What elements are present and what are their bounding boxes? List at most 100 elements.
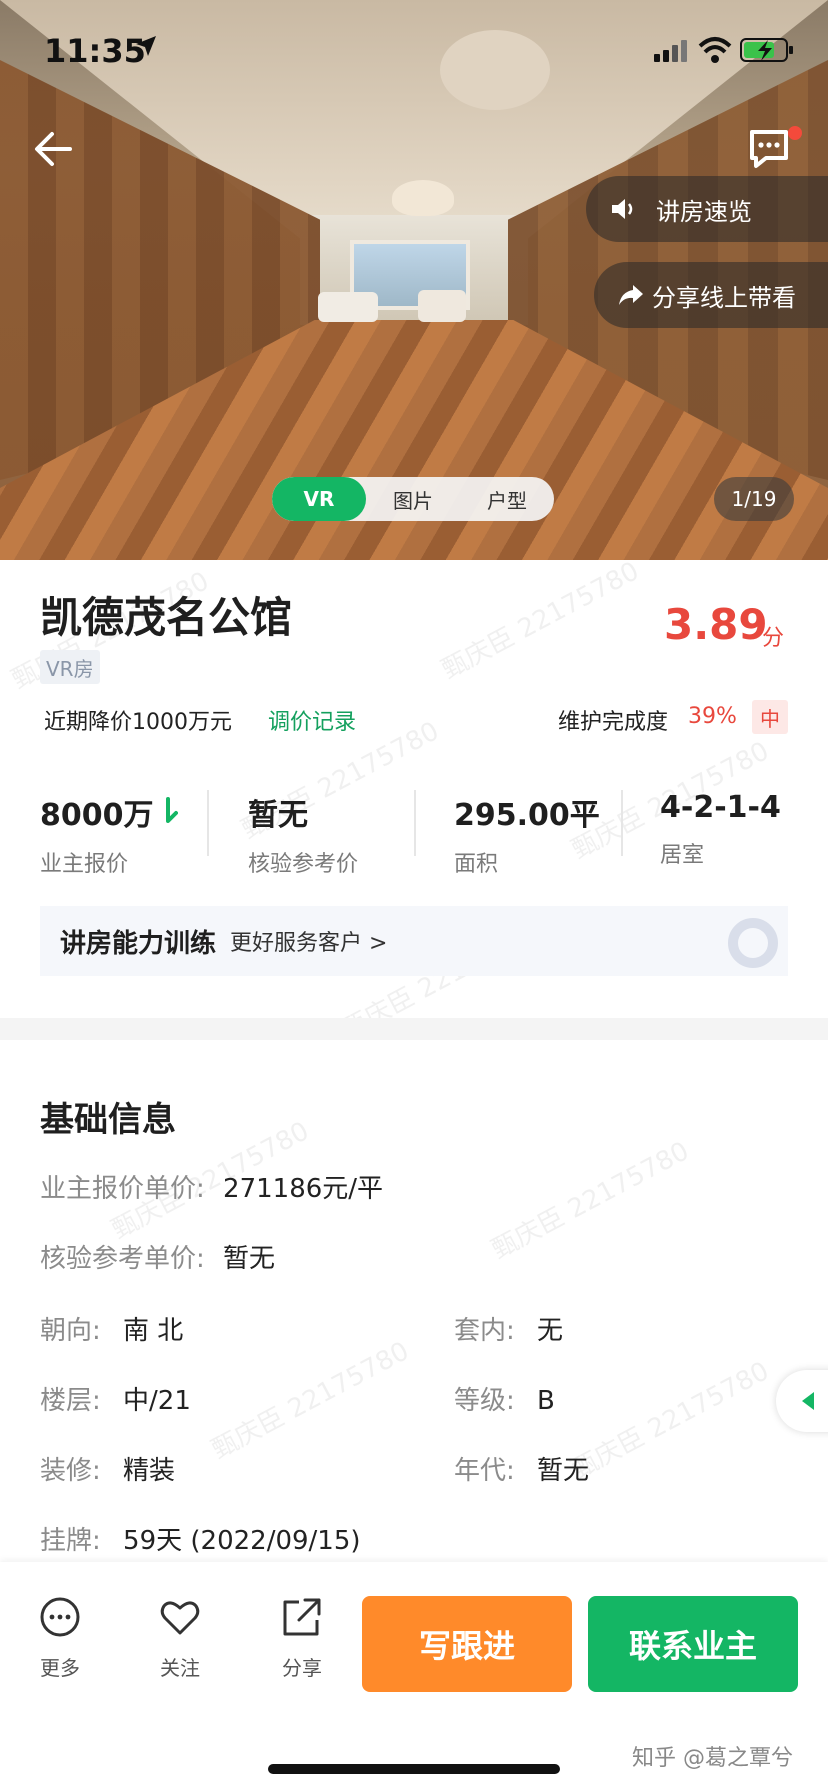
info-value: 59天 (2022/09/15): [123, 1526, 361, 1556]
divider: [621, 790, 623, 856]
contact-owner-button[interactable]: 联系业主: [588, 1596, 798, 1692]
message-icon[interactable]: [746, 126, 792, 172]
training-title: 讲房能力训练: [60, 928, 217, 959]
info-key: 年代:: [454, 1456, 515, 1486]
share-arrow-icon: [616, 280, 646, 310]
more-label: 更多: [40, 1656, 80, 1680]
status-time: 11:35: [44, 32, 146, 70]
info-value: 中/21: [123, 1386, 191, 1416]
info-key: 挂牌:: [40, 1526, 101, 1556]
expand-left-icon: [802, 1392, 814, 1410]
stat-value: 暂无: [248, 798, 308, 833]
info-orientation: 朝向: 南 北: [40, 1310, 183, 1347]
training-banner[interactable]: 讲房能力训练 更好服务客户 >: [40, 906, 788, 976]
info-value: 271186元/平: [223, 1174, 384, 1204]
info-ref-price: 核验参考单价: 暂无: [40, 1238, 275, 1275]
stat-label: 业主报价: [40, 852, 129, 877]
info-key: 核验参考单价:: [40, 1244, 205, 1274]
battery-charging-icon: [740, 38, 793, 62]
info-inner-area: 套内: 无: [454, 1310, 563, 1347]
share-button[interactable]: 分享: [262, 1596, 342, 1681]
divider: [414, 790, 416, 856]
share-online-tour-button[interactable]: 分享线上带看: [594, 262, 828, 328]
tab-floorplan[interactable]: 户型: [460, 477, 554, 521]
source-credit: 知乎 @葛之覃兮: [632, 1746, 793, 1771]
info-unit-price: 业主报价单价: 271186元/平: [40, 1168, 383, 1205]
training-subtitle: 更好服务客户 >: [230, 931, 388, 956]
stat-value: 4-2-1-4: [660, 790, 781, 825]
basic-info-title: 基础信息: [40, 1100, 176, 1140]
listing-score-unit: 分: [762, 626, 785, 651]
info-value: 南 北: [123, 1316, 184, 1346]
watermark: 甄庆臣 22175780: [206, 1336, 415, 1466]
share-online-tour-label: 分享线上带看: [652, 283, 796, 312]
maintenance-percent: 39%: [688, 704, 737, 729]
quick-tour-button[interactable]: 讲房速览: [586, 176, 828, 242]
stat-rooms: 4-2-1-4 居室: [660, 790, 781, 869]
stat-area: 295.00平 面积: [454, 790, 600, 878]
share-icon: [283, 1598, 321, 1636]
info-value: 暂无: [537, 1456, 590, 1486]
stat-value: 295.00平: [454, 798, 600, 833]
vr-badge: VR房: [40, 650, 100, 684]
stat-label: 核验参考价: [248, 852, 359, 877]
maintenance-level-badge: 中: [752, 700, 788, 734]
magnifier-icon: [728, 918, 778, 968]
listing-title: 凯德茂名公馆: [40, 593, 293, 642]
back-arrow-icon[interactable]: [30, 126, 76, 172]
photo-counter: 1/19: [714, 477, 794, 521]
watermark: 甄庆臣 22175780: [486, 1136, 695, 1266]
info-key: 套内:: [454, 1316, 515, 1346]
info-key: 业主报价单价:: [40, 1174, 205, 1204]
info-key: 楼层:: [40, 1386, 101, 1416]
cellular-signal-icon: [654, 40, 687, 62]
speaker-icon: [608, 194, 638, 224]
heart-icon: [160, 1601, 200, 1635]
write-followup-button[interactable]: 写跟进: [362, 1596, 572, 1692]
section-divider: [0, 1018, 828, 1040]
side-expand-tab[interactable]: [776, 1370, 828, 1432]
stat-asking-price: 8000万 业主报价: [40, 790, 178, 878]
follow-label: 关注: [160, 1656, 200, 1680]
home-indicator[interactable]: [268, 1764, 560, 1774]
stat-reference-price: 暂无 核验参考价: [248, 790, 358, 878]
share-label: 分享: [282, 1656, 322, 1680]
maintenance-label: 维护完成度: [558, 710, 669, 735]
unread-dot: [788, 126, 802, 140]
watermark: 甄庆臣 22175780: [436, 556, 645, 686]
info-value: 无: [537, 1316, 564, 1346]
stat-value: 8000万: [40, 798, 154, 833]
info-decoration: 装修: 精装: [40, 1450, 175, 1487]
info-key: 装修:: [40, 1456, 101, 1486]
photo-sofa: [318, 292, 378, 322]
location-arrow-icon: [136, 36, 156, 56]
listing-score[interactable]: 3.89: [664, 600, 768, 649]
tab-photos[interactable]: 图片: [366, 477, 460, 521]
stat-label: 面积: [454, 852, 499, 877]
price-drop-text: 近期降价1000万元: [44, 710, 232, 735]
photo-armchair: [418, 290, 466, 322]
price-down-arrow-icon: [165, 797, 178, 823]
info-listing-date: 挂牌: 59天 (2022/09/15): [40, 1520, 361, 1557]
photo-pendant-lamp: [392, 180, 454, 216]
stat-label: 居室: [660, 843, 705, 868]
more-icon: [40, 1597, 80, 1637]
price-history-link[interactable]: 调价记录: [268, 704, 356, 736]
info-value: B: [537, 1386, 555, 1416]
info-key: 朝向:: [40, 1316, 101, 1346]
quick-tour-label: 讲房速览: [656, 197, 752, 226]
info-floor: 楼层: 中/21: [40, 1380, 191, 1417]
info-value: 暂无: [223, 1244, 276, 1274]
divider: [207, 790, 209, 856]
info-year: 年代: 暂无: [454, 1450, 589, 1487]
more-button[interactable]: 更多: [20, 1596, 100, 1681]
media-tab-switcher: VR 图片 户型: [272, 477, 554, 521]
status-bar: 11:35: [0, 0, 828, 100]
info-key: 等级:: [454, 1386, 515, 1416]
tab-vr[interactable]: VR: [272, 477, 366, 521]
watermark: 甄庆臣 22175780: [566, 1356, 775, 1486]
follow-button[interactable]: 关注: [140, 1596, 220, 1681]
info-grade: 等级: B: [454, 1380, 555, 1417]
info-value: 精装: [123, 1456, 176, 1486]
wifi-icon: [698, 37, 732, 63]
